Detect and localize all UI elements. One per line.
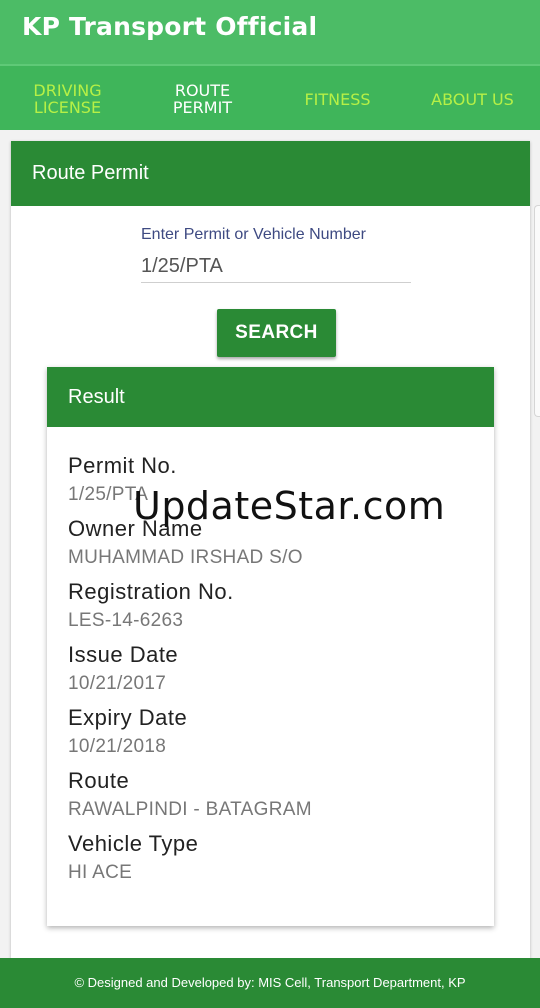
vehicle-type-value: HI ACE [68,862,133,883]
issue-date-value: 10/21/2017 [68,673,167,694]
permit-search-input[interactable] [141,250,411,283]
registration-no-value: LES-14-6263 [68,610,184,631]
route-value: RAWALPINDI - BATAGRAM [68,799,312,820]
tab-bar: DRIVING LICENSE ROUTE PERMIT FITNESS ABO… [0,64,540,130]
tab-label: ABOUT US [431,89,514,109]
route-label: Route [68,768,130,793]
tab-about-us[interactable]: ABOUT US [405,66,540,132]
tab-label: FITNESS [304,89,371,109]
result-card: Result Permit No. 1/25/PTA Owner Name MU… [47,367,494,926]
vehicle-type-label: Vehicle Type [68,831,199,856]
expiry-date-label: Expiry Date [68,705,188,730]
result-title: Result [47,367,494,427]
tab-label-line1: ROUTE [174,81,231,100]
tab-route-permit[interactable]: ROUTE PERMIT [135,66,270,132]
search-field-label: Enter Permit or Vehicle Number [141,226,366,243]
scrollbar[interactable] [534,205,540,417]
watermark: UpdateStar.com [133,484,446,528]
issue-date-label: Issue Date [68,642,179,667]
app-bar: KP Transport Official [0,0,540,64]
card-title: Route Permit [11,141,530,206]
tab-label-line1: DRIVING [33,81,102,100]
search-button[interactable]: SEARCH [217,309,336,357]
app-title: KP Transport Official [22,12,318,41]
tab-fitness[interactable]: FITNESS [270,66,405,132]
footer-credits: © Designed and Developed by: MIS Cell, T… [0,958,540,1008]
tab-label-line2: PERMIT [172,98,233,117]
registration-no-label: Registration No. [68,579,234,604]
tab-driving-license[interactable]: DRIVING LICENSE [0,66,135,132]
tab-label-line2: LICENSE [33,98,102,117]
owner-name-value: MUHAMMAD IRSHAD S/O [68,547,303,568]
expiry-date-value: 10/21/2018 [68,736,167,757]
permit-no-label: Permit No. [68,453,177,478]
